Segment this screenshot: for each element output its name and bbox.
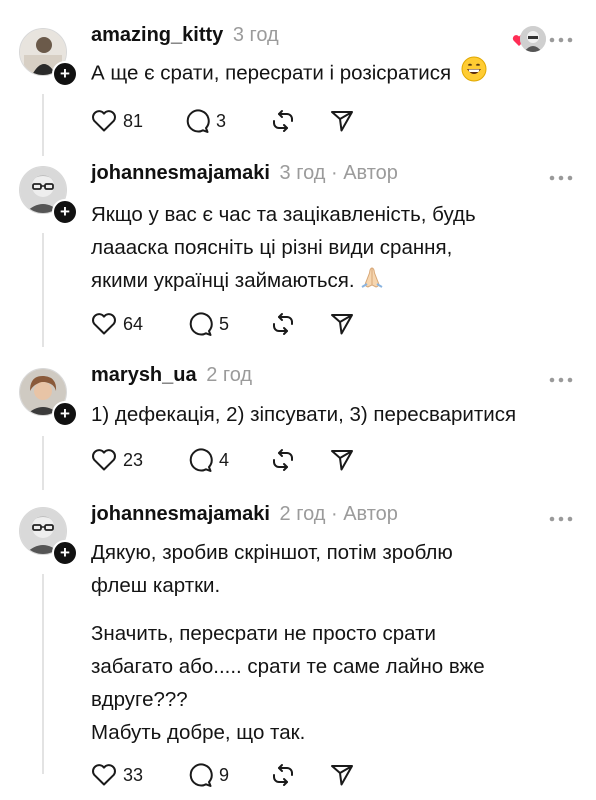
- timestamp: 2 год · Автор: [279, 503, 398, 525]
- more-options-icon[interactable]: [548, 510, 574, 528]
- follow-plus-icon[interactable]: +: [52, 199, 78, 225]
- heart-icon: [92, 764, 116, 786]
- author-liked-avatar: [520, 26, 546, 52]
- avatar[interactable]: +: [19, 507, 78, 566]
- like-button[interactable]: 23: [91, 446, 143, 474]
- username[interactable]: marysh_ua: [91, 364, 197, 386]
- heart-icon: [92, 313, 116, 335]
- like-button[interactable]: 64: [91, 310, 143, 338]
- repost-icon: [273, 764, 293, 786]
- like-button[interactable]: 81: [91, 107, 143, 135]
- repost-button[interactable]: [270, 107, 296, 135]
- grinning-face-emoji-icon: [461, 56, 487, 92]
- comment: + johannesmajamaki 2 год · Автор Дякую, …: [0, 503, 596, 800]
- comment-text: Дякую, зробив скріншот, потім зроблю фле…: [91, 536, 485, 749]
- send-icon: [331, 765, 353, 786]
- like-count: 81: [123, 110, 144, 131]
- like-button[interactable]: 33: [91, 761, 143, 789]
- share-button[interactable]: [329, 310, 355, 338]
- send-icon: [331, 314, 353, 335]
- comment-line-with-emoji: якими українці займаються.: [91, 264, 476, 299]
- repost-icon: [273, 449, 293, 471]
- comment-line: забагато або..... срати те саме лайно вж…: [91, 655, 485, 678]
- repost-button[interactable]: [270, 761, 296, 789]
- username[interactable]: amazing_kitty: [91, 24, 223, 46]
- send-icon: [331, 450, 353, 471]
- username[interactable]: johannesmajamaki: [91, 503, 270, 525]
- comment: + johannesmajamaki 3 год · Автор Якщо у …: [0, 162, 596, 346]
- share-button[interactable]: [329, 107, 355, 135]
- comment-icon: [189, 448, 213, 472]
- comment-header: johannesmajamaki 3 год · Автор: [91, 162, 398, 185]
- comment-text: Якщо у вас є час та зацікавленість, будь…: [91, 198, 476, 299]
- more-options-icon[interactable]: [548, 31, 574, 49]
- reply-count: 3: [216, 110, 227, 131]
- share-button[interactable]: [329, 761, 355, 789]
- repost-button[interactable]: [270, 446, 296, 474]
- comment-line: якими українці займаються.: [91, 269, 355, 292]
- folded-hands-emoji-icon: [359, 265, 385, 299]
- comment-header: marysh_ua 2 год: [91, 364, 252, 387]
- comment-header: johannesmajamaki 2 год · Автор: [91, 503, 398, 526]
- like-count: 23: [123, 449, 144, 470]
- timestamp: 3 год: [232, 24, 279, 46]
- comment-line: Мабуть добре, що так.: [91, 721, 306, 744]
- like-count: 33: [123, 764, 144, 785]
- repost-icon: [273, 110, 293, 132]
- comment: + marysh_ua 2 год 1) дефекація, 2) зіпсу…: [0, 364, 596, 478]
- comment-header: amazing_kitty 3 год: [91, 24, 279, 47]
- reply-count: 9: [219, 764, 230, 785]
- comment-line: вдруге???: [91, 688, 188, 711]
- comment-line: флеш картки.: [91, 574, 221, 597]
- comment-line: 1) дефекація, 2) зіпсувати, 3) пересвари…: [91, 403, 517, 426]
- username[interactable]: johannesmajamaki: [91, 162, 270, 184]
- comment-line: А ще є срати, пересрати і розісратися: [91, 61, 452, 85]
- avatar[interactable]: +: [19, 166, 78, 225]
- comment-icon: [189, 312, 213, 336]
- reply-button[interactable]: 9: [187, 761, 229, 789]
- reply-button[interactable]: 3: [184, 107, 226, 135]
- follow-plus-icon[interactable]: +: [52, 540, 78, 566]
- reply-count: 4: [219, 449, 230, 470]
- avatar[interactable]: +: [19, 368, 78, 427]
- avatar[interactable]: +: [19, 28, 78, 87]
- comment-line: лааaска поясніть ці різні види срання,: [91, 236, 453, 259]
- timestamp: 3 год · Автор: [279, 162, 398, 184]
- more-options-icon[interactable]: [548, 169, 574, 187]
- repost-icon: [273, 313, 293, 335]
- more-options-icon[interactable]: [548, 371, 574, 389]
- follow-plus-icon[interactable]: +: [52, 61, 78, 87]
- comment-line: Дякую, зробив скріншот, потім зроблю: [91, 541, 453, 564]
- like-count: 64: [123, 313, 144, 334]
- send-icon: [331, 111, 353, 132]
- reply-count: 5: [219, 313, 230, 334]
- reply-button[interactable]: 4: [187, 446, 229, 474]
- timestamp: 2 год: [206, 364, 253, 386]
- reply-button[interactable]: 5: [187, 310, 229, 338]
- comment: + amazing_kitty 3 год А ще є срати, пере…: [0, 24, 596, 148]
- comment-icon: [189, 763, 213, 787]
- comment-text: 1) дефекація, 2) зіпсувати, 3) пересвари…: [91, 398, 516, 431]
- comment-icon: [186, 109, 210, 133]
- comment-line: Якщо у вас є час та зацікавленість, будь: [91, 203, 476, 226]
- heart-icon: [92, 110, 116, 132]
- follow-plus-icon[interactable]: +: [52, 401, 78, 427]
- comment-text: А ще є срати, пересрати і розісратися: [91, 56, 487, 92]
- share-button[interactable]: [329, 446, 355, 474]
- heart-icon: [92, 449, 116, 471]
- repost-button[interactable]: [270, 310, 296, 338]
- comment-line: Значить, пересрати не просто срати: [91, 622, 436, 645]
